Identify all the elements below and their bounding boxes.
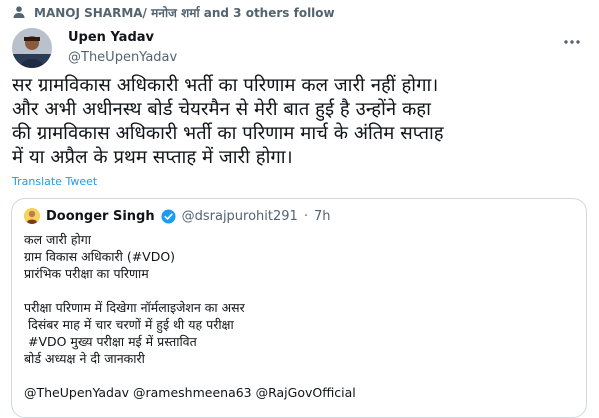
translate-tweet-link[interactable]: Translate Tweet <box>12 175 97 188</box>
quote-line: कल जारी होगा <box>24 232 92 247</box>
quote-mentions[interactable]: @TheUpenYadav @rameshmeena63 @RajGovOffi… <box>24 384 574 401</box>
quote-line <box>24 282 574 299</box>
quote-author-handle: @dsrajpurohit291 <box>181 208 298 224</box>
quote-author-name: Doonger Singh <box>46 208 155 224</box>
social-context[interactable]: MANOJ SHARMA/ मनोज शर्मा and 3 others fo… <box>12 4 335 20</box>
author-handle[interactable]: @TheUpenYadav <box>68 49 177 66</box>
quote-avatar <box>24 208 40 224</box>
avatar[interactable] <box>12 28 52 68</box>
quote-header: Doonger Singh @dsrajpurohit291 · 7h <box>24 208 330 224</box>
quote-line: दिसंबर माह में चार चरणों में हुई थी यह प… <box>24 317 234 332</box>
author-names: Upen Yadav @TheUpenYadav <box>68 30 177 66</box>
author-display-name[interactable]: Upen Yadav <box>68 30 177 46</box>
quote-separator: · <box>303 208 308 224</box>
tweet-text: सर ग्रामविकास अधिकारी भर्ती का परिणाम कल… <box>12 75 444 168</box>
more-options-icon[interactable] <box>563 30 581 49</box>
quote-line <box>24 367 574 384</box>
quote-line: प्रारंभिक परीक्षा का परिणाम <box>24 266 149 281</box>
quote-body: कल जारी होगा ग्राम विकास अधिकारी (#VDO) … <box>24 231 574 401</box>
quote-timestamp: 7h <box>313 208 331 224</box>
quote-line: #VDO मुख्य परीक्षा मई में प्रस्तावित <box>24 334 197 349</box>
quote-line: ग्राम विकास अधिकारी (#VDO) <box>24 249 176 264</box>
verified-badge-icon <box>161 208 176 224</box>
tweet-header: Upen Yadav @TheUpenYadav <box>12 26 587 70</box>
quote-line: परीक्षा परिणाम में दिखेगा नॉर्मलाइजेशन क… <box>24 300 245 315</box>
quote-line: बोर्ड अध्यक्ष ने दी जानकारी <box>24 351 145 366</box>
social-context-text[interactable]: MANOJ SHARMA/ मनोज शर्मा and 3 others fo… <box>34 4 335 21</box>
person-icon <box>12 5 26 19</box>
quote-tweet[interactable]: Doonger Singh @dsrajpurohit291 · 7h कल ज… <box>11 198 587 418</box>
